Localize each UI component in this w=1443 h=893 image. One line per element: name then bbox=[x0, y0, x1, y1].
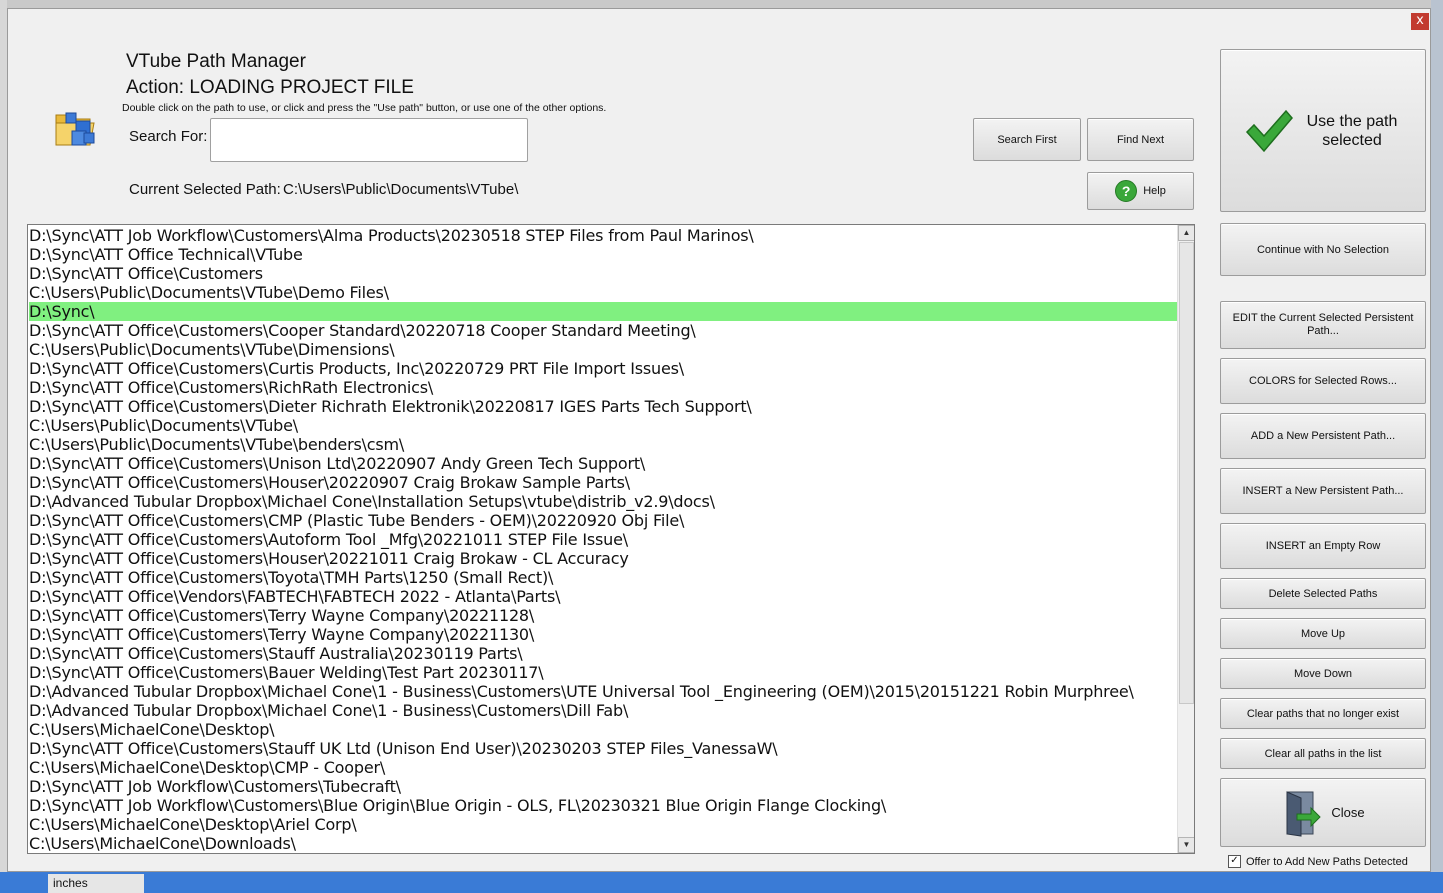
search-input[interactable] bbox=[210, 118, 528, 162]
find-next-button[interactable]: Find Next bbox=[1087, 118, 1194, 161]
edit-path-button[interactable]: EDIT the Current Selected Persistent Pat… bbox=[1220, 301, 1426, 349]
background-toolbar bbox=[0, 0, 1443, 8]
scroll-thumb[interactable] bbox=[1179, 242, 1194, 704]
current-path-label: Current Selected Path: bbox=[129, 181, 281, 198]
scroll-down-arrow-icon[interactable]: ▼ bbox=[1178, 837, 1194, 853]
add-path-button[interactable]: ADD a New Persistent Path... bbox=[1220, 413, 1426, 459]
background-right-panel bbox=[1431, 0, 1443, 893]
path-row[interactable]: D:\Sync\ATT Office\Customers\Curtis Prod… bbox=[29, 359, 1177, 378]
path-row[interactable]: D:\Sync\ATT Office\Customers\Toyota\TMH … bbox=[29, 568, 1177, 587]
path-row[interactable]: D:\Sync\ bbox=[29, 302, 1177, 321]
close-button[interactable]: Close bbox=[1220, 778, 1426, 847]
path-row[interactable]: D:\Advanced Tubular Dropbox\Michael Cone… bbox=[29, 682, 1177, 701]
help-label: Help bbox=[1143, 185, 1166, 197]
path-row[interactable]: D:\Advanced Tubular Dropbox\Michael Cone… bbox=[29, 701, 1177, 720]
help-icon: ? bbox=[1115, 180, 1138, 202]
path-row[interactable]: D:\Sync\ATT Office\Customers\Terry Wayne… bbox=[29, 625, 1177, 644]
clear-missing-paths-button[interactable]: Clear paths that no longer exist bbox=[1220, 698, 1426, 729]
path-manager-dialog: x VTube Path Manager Action: LOADING PRO… bbox=[7, 8, 1431, 872]
path-list-rows: D:\Sync\ATT Job Workflow\Customers\Alma … bbox=[29, 226, 1177, 853]
path-row[interactable]: C:\Users\MichaelCone\Downloads\ bbox=[29, 834, 1177, 853]
path-row[interactable]: C:\Users\Public\Documents\VTube\Dimensio… bbox=[29, 340, 1177, 359]
window-close-button[interactable]: x bbox=[1411, 13, 1429, 30]
move-up-button[interactable]: Move Up bbox=[1220, 618, 1426, 649]
path-row[interactable]: D:\Sync\ATT Job Workflow\Customers\Alma … bbox=[29, 226, 1177, 245]
path-row[interactable]: D:\Sync\ATT Office\Vendors\FABTECH\FABTE… bbox=[29, 587, 1177, 606]
path-row[interactable]: C:\Users\Public\Documents\VTube\Demo Fil… bbox=[29, 283, 1177, 302]
path-row[interactable]: C:\Users\MichaelCone\Desktop\Ariel Corp\ bbox=[29, 815, 1177, 834]
action-label: Action: LOADING PROJECT FILE bbox=[126, 77, 414, 98]
search-first-button[interactable]: Search First bbox=[973, 118, 1081, 161]
path-row[interactable]: D:\Sync\ATT Office\Customers\Houser\2022… bbox=[29, 549, 1177, 568]
offer-new-paths-option[interactable]: ✓ Offer to Add New Paths Detected bbox=[1228, 855, 1408, 868]
path-row[interactable]: C:\Users\MichaelCone\Desktop\ bbox=[29, 720, 1177, 739]
path-row[interactable]: D:\Sync\ATT Office\Customers\Terry Wayne… bbox=[29, 606, 1177, 625]
use-path-button[interactable]: Use the path selected bbox=[1220, 49, 1426, 212]
path-row[interactable]: D:\Sync\ATT Office\Customers\Autoform To… bbox=[29, 530, 1177, 549]
use-path-label: Use the path selected bbox=[1306, 112, 1398, 149]
path-row[interactable]: D:\Sync\ATT Job Workflow\Customers\Blue … bbox=[29, 796, 1177, 815]
delete-paths-button[interactable]: Delete Selected Paths bbox=[1220, 578, 1426, 609]
path-row[interactable]: D:\Sync\ATT Office\Customers\Bauer Weldi… bbox=[29, 663, 1177, 682]
background-status-bar bbox=[0, 872, 1443, 893]
path-row[interactable]: D:\Sync\ATT Office\Customers\Cooper Stan… bbox=[29, 321, 1177, 340]
scroll-up-arrow-icon[interactable]: ▲ bbox=[1178, 225, 1194, 241]
instructions-text: Double click on the path to use, or clic… bbox=[122, 102, 607, 114]
path-row[interactable]: D:\Sync\ATT Office\Customers\Dieter Rich… bbox=[29, 397, 1177, 416]
insert-path-button[interactable]: INSERT a New Persistent Path... bbox=[1220, 468, 1426, 514]
path-row[interactable]: D:\Sync\ATT Office\Customers bbox=[29, 264, 1177, 283]
path-row[interactable]: D:\Sync\ATT Office\Customers\Stauff UK L… bbox=[29, 739, 1177, 758]
path-row[interactable]: C:\Users\Public\Documents\VTube\benders\… bbox=[29, 435, 1177, 454]
dialog-title: VTube Path Manager bbox=[126, 51, 306, 72]
path-row[interactable]: C:\Users\MichaelCone\Desktop\CMP - Coope… bbox=[29, 758, 1177, 777]
current-path-value: C:\Users\Public\Documents\VTube\ bbox=[283, 181, 519, 198]
path-list[interactable]: D:\Sync\ATT Job Workflow\Customers\Alma … bbox=[27, 224, 1195, 854]
close-label: Close bbox=[1331, 805, 1365, 820]
insert-empty-row-button[interactable]: INSERT an Empty Row bbox=[1220, 523, 1426, 569]
move-down-button[interactable]: Move Down bbox=[1220, 658, 1426, 689]
door-exit-icon bbox=[1286, 790, 1322, 837]
search-label: Search For: bbox=[129, 128, 208, 145]
path-row[interactable]: D:\Sync\ATT Office\Customers\CMP (Plasti… bbox=[29, 511, 1177, 530]
units-label: inches bbox=[48, 874, 144, 893]
continue-no-selection-button[interactable]: Continue with No Selection bbox=[1220, 223, 1426, 276]
help-button[interactable]: ? Help bbox=[1087, 172, 1194, 210]
path-row[interactable]: C:\Users\Public\Documents\VTube\ bbox=[29, 416, 1177, 435]
path-row[interactable]: D:\Sync\ATT Office\Customers\Houser\2022… bbox=[29, 473, 1177, 492]
list-scrollbar[interactable]: ▲ ▼ bbox=[1177, 225, 1194, 853]
offer-checkbox[interactable]: ✓ bbox=[1228, 855, 1241, 868]
background-left-panel bbox=[0, 0, 7, 893]
path-row[interactable]: D:\Sync\ATT Office\Customers\RichRath El… bbox=[29, 378, 1177, 397]
path-row[interactable]: D:\Sync\ATT Office\Customers\Stauff Aust… bbox=[29, 644, 1177, 663]
offer-label: Offer to Add New Paths Detected bbox=[1246, 855, 1408, 868]
clear-all-paths-button[interactable]: Clear all paths in the list bbox=[1220, 738, 1426, 769]
folder-cubes-icon bbox=[52, 105, 98, 151]
checkmark-icon bbox=[1245, 109, 1293, 152]
path-row[interactable]: D:\Sync\ATT Office\Customers\Unison Ltd\… bbox=[29, 454, 1177, 473]
path-row[interactable]: D:\Sync\ATT Job Workflow\Customers\Tubec… bbox=[29, 777, 1177, 796]
path-row[interactable]: D:\Sync\ATT Office Technical\VTube bbox=[29, 245, 1177, 264]
path-row[interactable]: D:\Advanced Tubular Dropbox\Michael Cone… bbox=[29, 492, 1177, 511]
colors-button[interactable]: COLORS for Selected Rows... bbox=[1220, 358, 1426, 404]
